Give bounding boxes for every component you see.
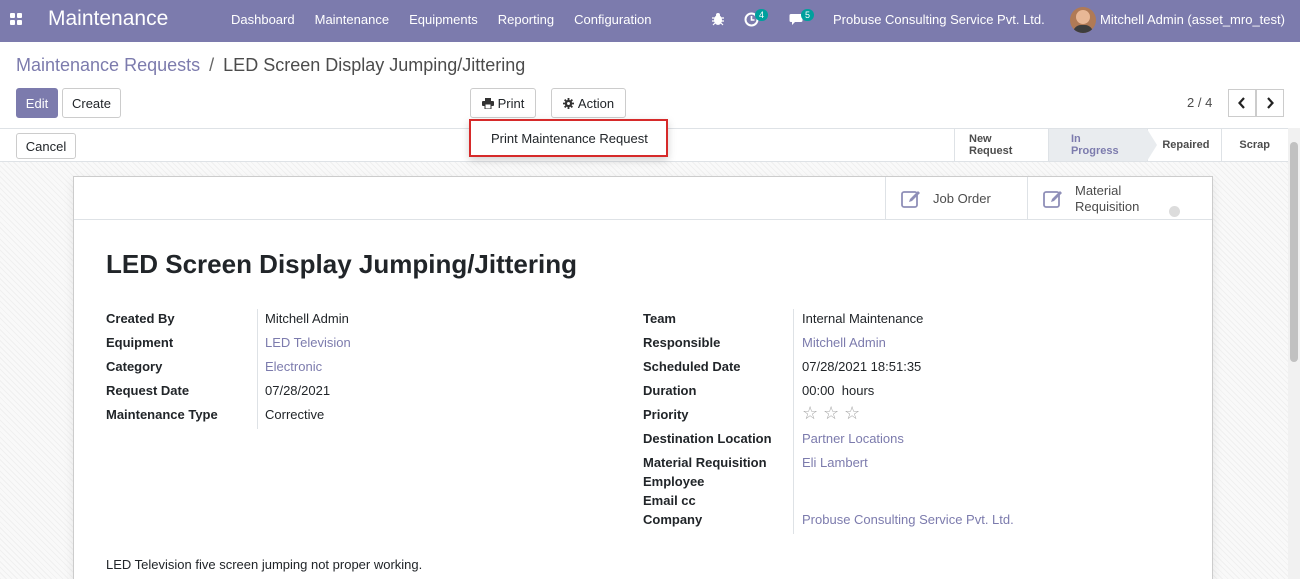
- priority-star-1[interactable]: ☆: [802, 403, 818, 424]
- create-button[interactable]: Create: [62, 88, 121, 118]
- user-avatar[interactable]: [1070, 7, 1096, 33]
- job-order-button[interactable]: Job Order: [885, 177, 1027, 220]
- material-requisition-label-line2: Requisition: [1075, 198, 1140, 214]
- breadcrumb-current: LED Screen Display Jumping/Jittering: [223, 55, 526, 75]
- value-company[interactable]: Probuse Consulting Service Pvt. Ltd.: [802, 512, 1014, 527]
- edit-button[interactable]: Edit: [16, 88, 58, 118]
- cancel-button[interactable]: Cancel: [16, 133, 76, 159]
- print-button[interactable]: Print: [470, 88, 536, 118]
- app-name: Maintenance: [48, 7, 169, 30]
- pager-value[interactable]: 2 / 4: [1187, 95, 1212, 110]
- job-order-label: Job Order: [933, 191, 991, 206]
- print-button-label: Print: [497, 95, 525, 111]
- edit-icon: [901, 190, 920, 208]
- material-requisition-label-line1: Material: [1075, 182, 1122, 198]
- menu-equipments[interactable]: Equipments: [409, 12, 478, 27]
- vertical-scrollbar[interactable]: [1288, 128, 1300, 579]
- value-team: Internal Maintenance: [802, 311, 924, 326]
- smart-button-box: Job Order Material Requisition: [74, 177, 1212, 220]
- main-menu: Dashboard Maintenance Equipments Reporti…: [231, 12, 651, 27]
- label-equipment: Equipment: [106, 335, 174, 350]
- stage-in-progress[interactable]: In Progress: [1047, 129, 1158, 161]
- value-request-date: 07/28/2021: [265, 383, 331, 398]
- breadcrumb-separator: /: [209, 55, 215, 75]
- action-button-label: Action: [577, 95, 615, 111]
- value-duration: 00:00 hours: [802, 383, 875, 398]
- bug-icon[interactable]: [711, 12, 725, 26]
- activity-count-badge: 4: [755, 9, 769, 21]
- label-team: Team: [643, 311, 676, 326]
- material-requisition-button[interactable]: Material Requisition: [1027, 177, 1213, 220]
- description-text: LED Television five screen jumping not p…: [106, 557, 423, 572]
- stage-repaired[interactable]: Repaired: [1147, 129, 1221, 161]
- value-created-by: Mitchell Admin: [265, 311, 349, 326]
- print-maintenance-request-menu-item[interactable]: Print Maintenance Request: [469, 119, 668, 157]
- chevron-left-icon: [1238, 97, 1245, 109]
- label-scheduled-date: Scheduled Date: [643, 359, 741, 374]
- label-responsible: Responsible: [643, 335, 721, 350]
- label-category: Category: [106, 359, 163, 374]
- right-group-divider: [793, 309, 794, 534]
- value-scheduled-date: 07/28/2021 18:51:35: [802, 359, 922, 374]
- status-dot: [1169, 206, 1180, 217]
- value-maintenance-type: Corrective: [265, 407, 325, 422]
- message-count-badge: 5: [801, 9, 815, 21]
- priority-star-3[interactable]: ☆: [844, 403, 860, 424]
- user-menu[interactable]: Mitchell Admin (asset_mro_test): [1100, 12, 1285, 27]
- apps-menu-icon[interactable]: [10, 13, 22, 25]
- value-destination-location[interactable]: Partner Locations: [802, 431, 904, 446]
- pager-previous-button[interactable]: [1228, 89, 1256, 117]
- label-email-cc: Email cc: [643, 493, 696, 508]
- menu-dashboard[interactable]: Dashboard: [231, 12, 295, 27]
- label-priority: Priority: [643, 407, 689, 422]
- stage-scrap[interactable]: Scrap: [1221, 129, 1288, 161]
- top-navbar: Maintenance Dashboard Maintenance Equipm…: [0, 0, 1300, 42]
- breadcrumb-parent[interactable]: Maintenance Requests: [16, 55, 200, 75]
- stage-pipeline: New Request In Progress Repaired Scrap: [954, 129, 1288, 161]
- value-category[interactable]: Electronic: [265, 359, 322, 374]
- label-created-by: Created By: [106, 311, 175, 326]
- pager-next-button[interactable]: [1256, 89, 1284, 117]
- label-request-date: Request Date: [106, 383, 190, 398]
- company-switcher[interactable]: Probuse Consulting Service Pvt. Ltd.: [833, 12, 1045, 27]
- label-company: Company: [643, 512, 703, 527]
- scrollbar-thumb[interactable]: [1290, 142, 1298, 362]
- label-maintenance-type: Maintenance Type: [106, 407, 218, 422]
- form-sheet: Job Order Material Requisition LED Scree…: [73, 176, 1213, 579]
- chevron-right-icon: [1267, 97, 1274, 109]
- edit-icon: [1043, 190, 1062, 208]
- label-duration: Duration: [643, 383, 697, 398]
- record-title: LED Screen Display Jumping/Jittering: [106, 249, 577, 279]
- value-material-requisition[interactable]: Eli Lambert: [802, 455, 868, 470]
- priority-star-2[interactable]: ☆: [823, 403, 839, 424]
- menu-configuration[interactable]: Configuration: [574, 12, 651, 27]
- breadcrumb: Maintenance Requests / LED Screen Displa…: [16, 55, 525, 76]
- label-employee: Employee: [643, 474, 705, 489]
- action-button[interactable]: Action: [551, 88, 626, 118]
- label-material-requisition: Material Requisition: [643, 455, 767, 470]
- printer-icon: [481, 97, 494, 109]
- value-responsible[interactable]: Mitchell Admin: [802, 335, 886, 350]
- menu-reporting[interactable]: Reporting: [498, 12, 554, 27]
- gear-icon: [562, 97, 574, 109]
- left-group-divider: [257, 309, 258, 429]
- value-equipment[interactable]: LED Television: [265, 335, 351, 350]
- stage-new-request[interactable]: New Request: [954, 129, 1048, 161]
- label-destination-location: Destination Location: [643, 431, 772, 446]
- menu-maintenance[interactable]: Maintenance: [315, 12, 389, 27]
